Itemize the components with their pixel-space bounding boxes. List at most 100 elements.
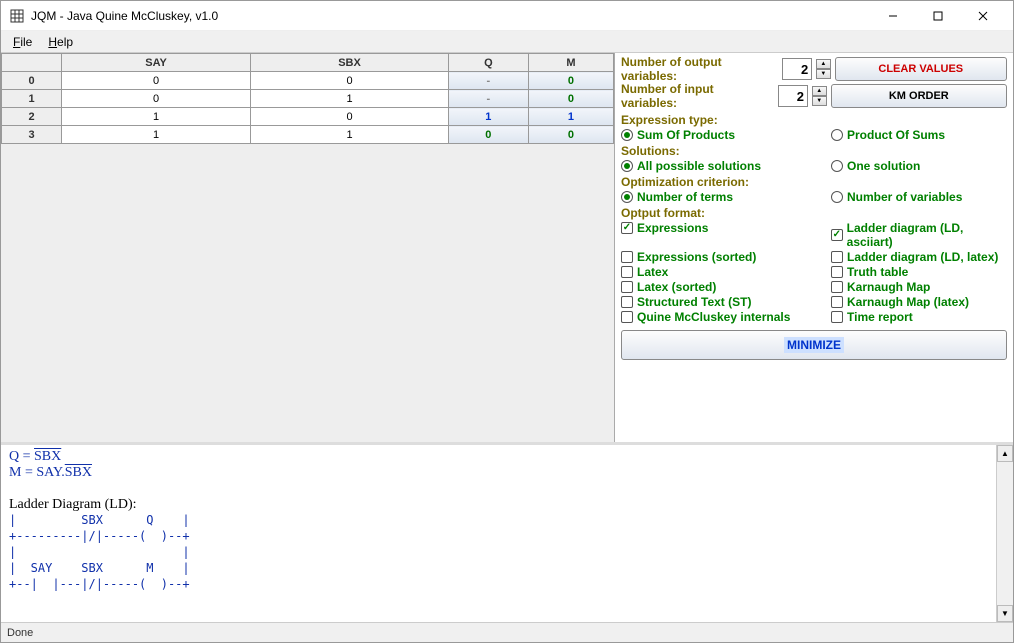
check-latex-label: Latex — [637, 265, 668, 279]
radio-sum-products-label: Sum Of Products — [637, 128, 735, 142]
cell-sbx[interactable]: 1 — [251, 126, 449, 144]
cell-say[interactable]: 1 — [62, 126, 251, 144]
radio-num-terms-label: Number of terms — [637, 190, 733, 204]
radio-num-vars-label: Number of variables — [847, 190, 962, 204]
cell-m[interactable]: 1 — [528, 108, 613, 126]
check-latex[interactable] — [621, 266, 633, 278]
titlebar: JQM - Java Quine McCluskey, v1.0 — [1, 1, 1013, 31]
status-text: Done — [7, 627, 33, 639]
cell-say[interactable]: 0 — [62, 90, 251, 108]
check-expressions-sorted[interactable] — [621, 251, 633, 263]
radio-all-solutions-label: All possible solutions — [637, 159, 761, 173]
menu-help[interactable]: Help — [40, 33, 81, 51]
col-header-idx — [2, 54, 62, 72]
close-window-button[interactable] — [960, 1, 1005, 30]
expression-type-label: Expression type: — [621, 113, 1007, 127]
cell-sbx[interactable]: 1 — [251, 90, 449, 108]
menu-file[interactable]: File — [5, 33, 40, 51]
table-empty-area — [1, 144, 614, 442]
window-title: JQM - Java Quine McCluskey, v1.0 — [31, 9, 870, 23]
row-idx: 3 — [2, 126, 62, 144]
scroll-up-icon[interactable]: ▲ — [997, 445, 1013, 462]
check-karnaugh-label: Karnaugh Map — [847, 280, 930, 294]
table-row: 1 0 1 - 0 — [2, 90, 614, 108]
truth-table-panel: SAY SBX Q M 0 0 0 - 0 1 0 1 - — [1, 53, 615, 442]
check-truth-table[interactable] — [831, 266, 843, 278]
check-truth-table-label: Truth table — [847, 265, 908, 279]
check-latex-sorted[interactable] — [621, 281, 633, 293]
check-ladder-latex-label: Ladder diagram (LD, latex) — [847, 250, 998, 264]
num-input-label: Number of input variables: — [621, 82, 770, 110]
col-header-sbx: SBX — [251, 54, 449, 72]
cell-say[interactable]: 0 — [62, 72, 251, 90]
check-ladder-ascii[interactable] — [831, 229, 843, 241]
check-time-report[interactable] — [831, 311, 843, 323]
col-header-m: M — [528, 54, 613, 72]
check-qmc-internals[interactable] — [621, 311, 633, 323]
radio-all-solutions[interactable] — [621, 160, 633, 172]
check-ladder-ascii-label: Ladder diagram (LD, asciiart) — [847, 221, 1007, 249]
check-latex-sorted-label: Latex (sorted) — [637, 280, 716, 294]
check-time-report-label: Time report — [847, 310, 913, 324]
solutions-label: Solutions: — [621, 144, 1007, 158]
truth-table[interactable]: SAY SBX Q M 0 0 0 - 0 1 0 1 - — [1, 53, 614, 144]
app-icon — [9, 8, 25, 24]
num-output-spinner[interactable]: ▲▼ — [816, 59, 830, 79]
cell-q[interactable]: - — [448, 90, 528, 108]
cell-m[interactable]: 0 — [528, 90, 613, 108]
table-row: 2 1 0 1 1 — [2, 108, 614, 126]
menubar: File Help — [1, 31, 1013, 53]
cell-m[interactable]: 0 — [528, 126, 613, 144]
table-row: 3 1 1 0 0 — [2, 126, 614, 144]
output-format-label: Optput format: — [621, 206, 1007, 220]
radio-sum-products[interactable] — [621, 129, 633, 141]
radio-product-sums[interactable] — [831, 129, 843, 141]
check-karnaugh-latex-label: Karnaugh Map (latex) — [847, 295, 969, 309]
output-scrollbar[interactable]: ▲ ▼ — [996, 445, 1013, 622]
table-row: 0 0 0 - 0 — [2, 72, 614, 90]
check-expressions-label: Expressions — [637, 221, 708, 235]
minimize-window-button[interactable] — [870, 1, 915, 30]
scroll-track[interactable] — [997, 462, 1013, 605]
radio-num-terms[interactable] — [621, 191, 633, 203]
minimize-button-label: MINIMIZE — [784, 337, 844, 353]
cell-sbx[interactable]: 0 — [251, 72, 449, 90]
row-idx: 2 — [2, 108, 62, 126]
controls-panel: Number of output variables: ▲▼ CLEAR VAL… — [615, 53, 1013, 442]
check-structured-text[interactable] — [621, 296, 633, 308]
num-output-input[interactable] — [782, 58, 812, 80]
check-qmc-internals-label: Quine McCluskey internals — [637, 310, 790, 324]
check-expressions[interactable] — [621, 222, 633, 234]
radio-one-solution-label: One solution — [847, 159, 920, 173]
num-input-spinner[interactable]: ▲▼ — [812, 86, 827, 106]
minimize-button[interactable]: MINIMIZE — [621, 330, 1007, 360]
cell-m[interactable]: 0 — [528, 72, 613, 90]
cell-q[interactable]: 0 — [448, 126, 528, 144]
check-karnaugh-latex[interactable] — [831, 296, 843, 308]
check-karnaugh[interactable] — [831, 281, 843, 293]
statusbar: Done — [1, 622, 1013, 642]
radio-one-solution[interactable] — [831, 160, 843, 172]
row-idx: 0 — [2, 72, 62, 90]
check-ladder-latex[interactable] — [831, 251, 843, 263]
output-area: Q = SBX M = SAY.SBX Ladder Diagram (LD):… — [1, 442, 1013, 622]
num-output-label: Number of output variables: — [621, 55, 774, 83]
maximize-window-button[interactable] — [915, 1, 960, 30]
radio-num-vars[interactable] — [831, 191, 843, 203]
radio-product-sums-label: Product Of Sums — [847, 128, 945, 142]
row-idx: 1 — [2, 90, 62, 108]
clear-values-button[interactable]: CLEAR VALUES — [835, 57, 1007, 81]
scroll-down-icon[interactable]: ▼ — [997, 605, 1013, 622]
check-structured-text-label: Structured Text (ST) — [637, 295, 751, 309]
km-order-button[interactable]: KM ORDER — [831, 84, 1007, 108]
opt-criterion-label: Optimization criterion: — [621, 175, 1007, 189]
cell-q[interactable]: - — [448, 72, 528, 90]
output-text[interactable]: Q = SBX M = SAY.SBX Ladder Diagram (LD):… — [1, 445, 996, 622]
cell-sbx[interactable]: 0 — [251, 108, 449, 126]
cell-q[interactable]: 1 — [448, 108, 528, 126]
col-header-say: SAY — [62, 54, 251, 72]
num-input-input[interactable] — [778, 85, 808, 107]
cell-say[interactable]: 1 — [62, 108, 251, 126]
col-header-q: Q — [448, 54, 528, 72]
check-expressions-sorted-label: Expressions (sorted) — [637, 250, 756, 264]
